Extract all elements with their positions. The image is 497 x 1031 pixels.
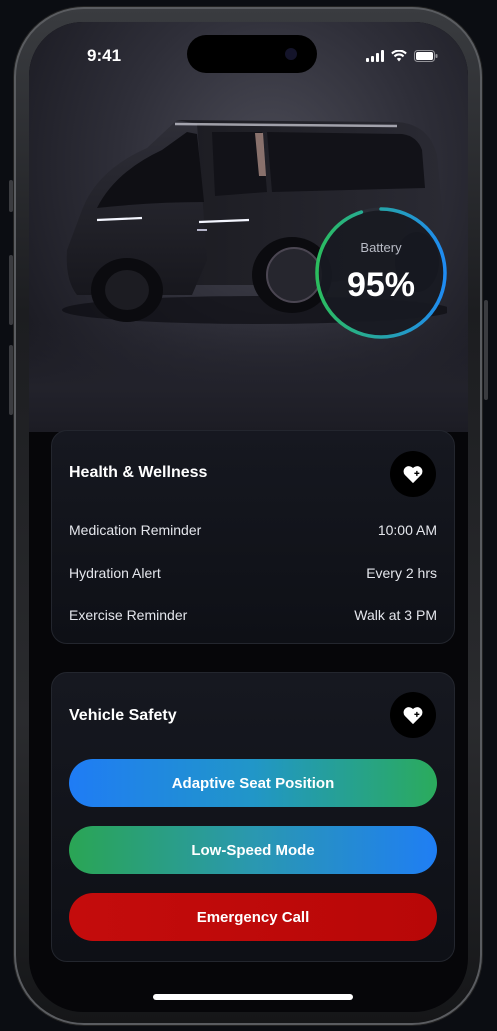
- battery-percentage: 95%: [346, 266, 416, 304]
- battery-label: Battery: [360, 240, 402, 255]
- battery-status-icon: [414, 50, 438, 62]
- home-indicator[interactable]: [153, 994, 353, 1000]
- wifi-icon: [391, 50, 407, 62]
- hydration-alert-value: Every 2 hrs: [366, 565, 437, 581]
- vehicle-hero: 9:41 Battery 95%: [29, 22, 468, 432]
- status-icons: [366, 50, 438, 62]
- volume-up-button: [9, 255, 13, 325]
- action-button: [9, 180, 13, 212]
- exercise-reminder-value: Walk at 3 PM: [354, 607, 437, 623]
- safety-favorite-button[interactable]: [390, 692, 436, 738]
- exercise-reminder-label: Exercise Reminder: [69, 607, 188, 623]
- vehicle-safety-card: Vehicle Safety Adaptive Seat Position Lo…: [51, 672, 455, 962]
- status-time: 9:41: [87, 46, 122, 65]
- low-speed-mode-button[interactable]: Low-Speed Mode: [69, 826, 437, 874]
- app-screen: 9:41 Battery 95% Health & Wellness Medic…: [29, 22, 468, 1012]
- power-button: [484, 300, 488, 400]
- hydration-alert-label: Hydration Alert: [69, 565, 161, 581]
- cellular-signal-icon: [366, 50, 384, 62]
- dynamic-island: [187, 35, 317, 73]
- volume-down-button: [9, 345, 13, 415]
- vehicle-safety-title: Vehicle Safety: [69, 707, 177, 724]
- emergency-call-button[interactable]: Emergency Call: [69, 893, 437, 941]
- health-favorite-button[interactable]: [390, 451, 436, 497]
- adaptive-seat-position-button[interactable]: Adaptive Seat Position: [69, 759, 437, 807]
- medication-reminder-value: 10:00 AM: [377, 522, 437, 538]
- heart-icon: [403, 707, 423, 725]
- heart-icon: [403, 466, 423, 484]
- camera-icon: [285, 48, 297, 60]
- health-wellness-title: Health & Wellness: [69, 464, 208, 481]
- health-wellness-card: Health & Wellness Medication Reminder 10…: [51, 430, 455, 644]
- medication-reminder-label: Medication Reminder: [69, 522, 202, 538]
